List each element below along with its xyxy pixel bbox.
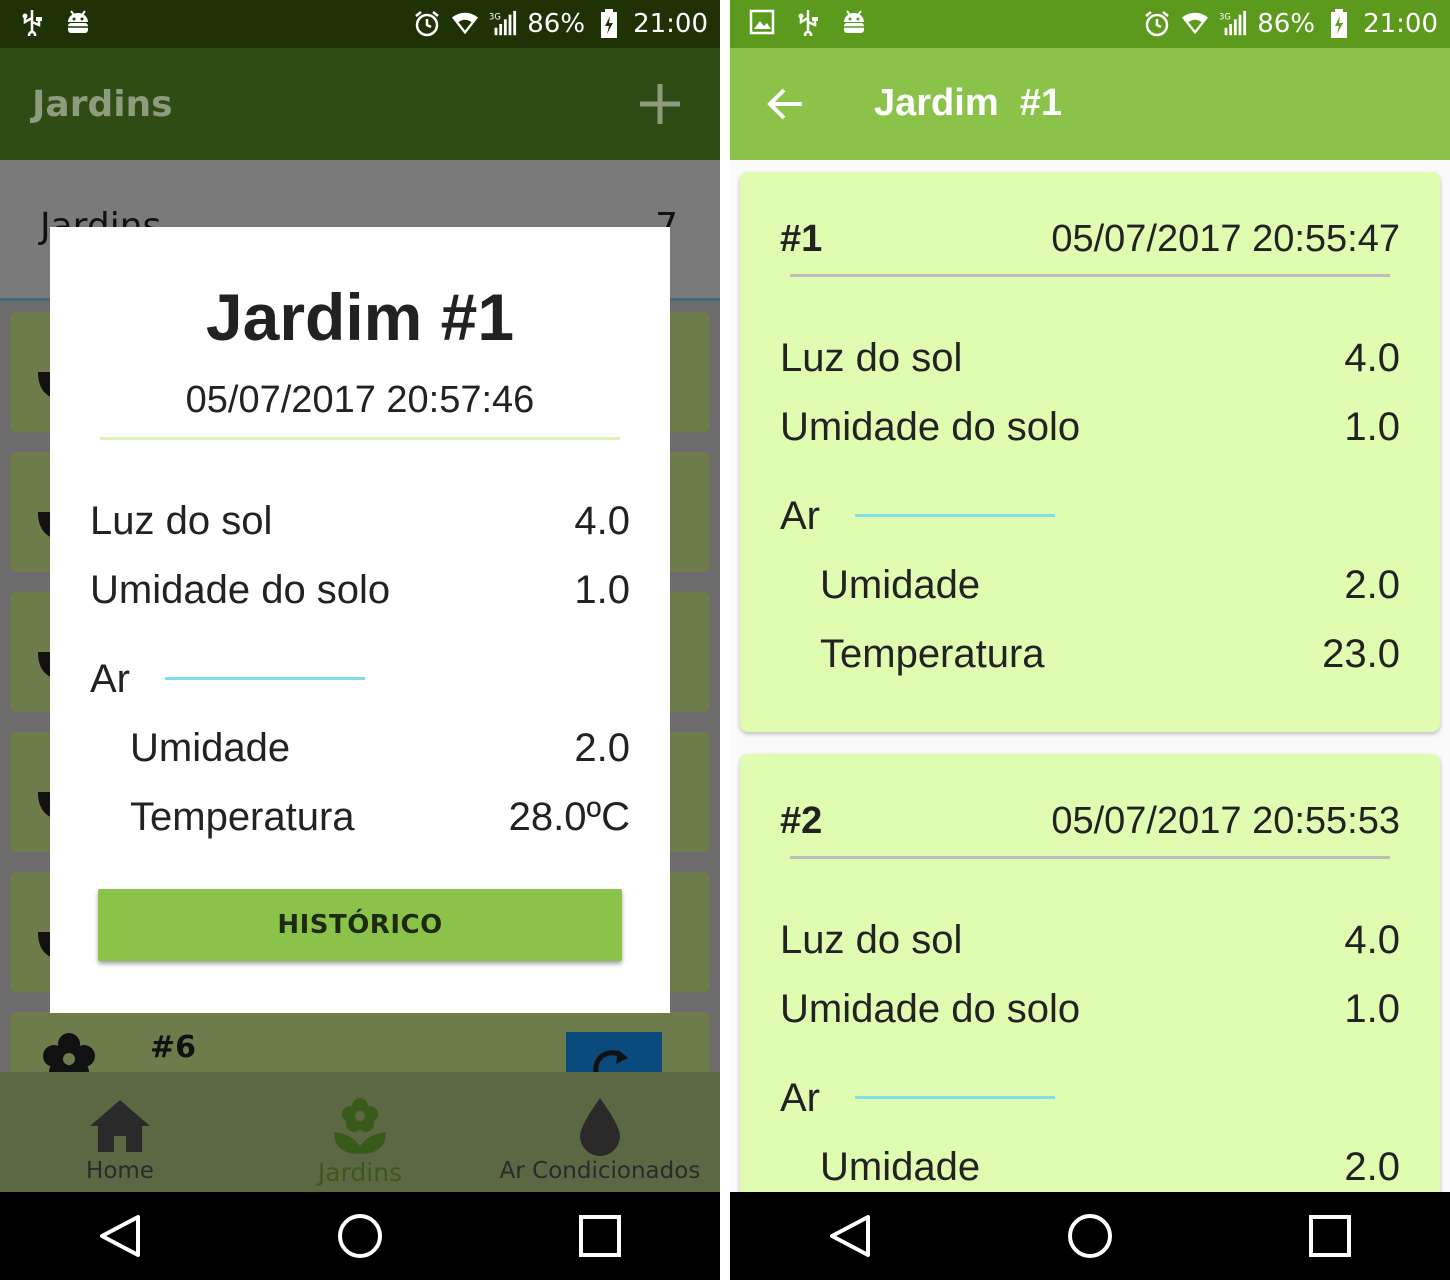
dialog-date: 05/07/2017 20:57:46 xyxy=(185,379,535,421)
soil-humidity-value: 1.0 xyxy=(574,568,630,612)
nav-label: Home xyxy=(86,1158,154,1184)
add-icon[interactable] xyxy=(638,82,682,126)
page-title: Jardim #1 xyxy=(874,82,1062,124)
air-humidity-label: Umidade xyxy=(130,726,291,770)
nav-label: Ar Condicionados xyxy=(499,1158,701,1184)
air-divider xyxy=(855,1096,1055,1099)
image-icon xyxy=(748,8,776,36)
alarm-icon xyxy=(1143,10,1171,38)
drop-icon xyxy=(568,1096,632,1156)
dialog-title: Jardim #1 xyxy=(205,280,515,354)
history-list[interactable]: #1 05/07/2017 20:55:47 Luz do sol 4.0 Um… xyxy=(730,160,1450,1192)
dialog-screen: 3G 86% 21:00 Jardins Jardins 7 xyxy=(0,0,720,1280)
status-bar: 3G 86% 21:00 xyxy=(0,0,720,48)
nav-home[interactable]: Home xyxy=(0,1072,240,1192)
home-nav-icon[interactable] xyxy=(1060,1206,1120,1266)
soil-humidity-label: Umidade do solo xyxy=(780,405,1081,449)
air-humidity-value: 2.0 xyxy=(1344,563,1400,607)
air-divider xyxy=(165,677,365,680)
nav-ar-condicionados[interactable]: Ar Condicionados xyxy=(480,1072,720,1192)
status-bar: 3G 86% 21:00 xyxy=(730,0,1450,48)
sunlight-value: 4.0 xyxy=(1344,336,1400,380)
garden-number: #6 xyxy=(150,1030,197,1065)
air-humidity-label: Umidade xyxy=(820,1145,981,1189)
soil-humidity-value: 1.0 xyxy=(1344,987,1400,1031)
back-nav-icon[interactable] xyxy=(90,1206,150,1266)
sunlight-value: 4.0 xyxy=(574,499,630,543)
nav-jardins[interactable]: Jardins xyxy=(240,1072,480,1192)
record-date: 05/07/2017 20:55:53 xyxy=(1051,800,1400,842)
divider xyxy=(790,856,1390,859)
sunlight-label: Luz do sol xyxy=(780,336,963,380)
soil-humidity-label: Umidade do solo xyxy=(90,568,391,612)
system-nav-bar xyxy=(730,1192,1450,1280)
record-date: 05/07/2017 20:55:47 xyxy=(1051,218,1400,260)
divider xyxy=(100,437,620,440)
battery-icon xyxy=(595,9,623,38)
temperature-label: Temperatura xyxy=(130,795,355,839)
sunlight-label: Luz do sol xyxy=(780,918,963,962)
air-section-label: Ar xyxy=(90,657,130,701)
svg-text:3G: 3G xyxy=(1219,11,1231,21)
battery-percent: 86% xyxy=(1257,9,1316,39)
android-debug-icon xyxy=(840,8,868,36)
sunlight-value: 4.0 xyxy=(1344,918,1400,962)
air-divider xyxy=(855,514,1055,517)
soil-humidity-label: Umidade do solo xyxy=(780,987,1081,1031)
home-icon xyxy=(88,1096,152,1156)
battery-icon xyxy=(1325,9,1353,38)
history-screen: 3G 86% 21:00 Jardim #1 #1 05/07/2017 20:… xyxy=(730,0,1450,1280)
soil-humidity-value: 1.0 xyxy=(1344,405,1400,449)
screen-gap xyxy=(720,0,730,1280)
android-debug-icon xyxy=(64,8,92,36)
air-section-label: Ar xyxy=(780,494,820,538)
temperature-value: 23.0 xyxy=(1322,632,1400,676)
history-card: #1 05/07/2017 20:55:47 Luz do sol 4.0 Um… xyxy=(740,172,1440,732)
app-title: Jardins xyxy=(32,84,173,125)
back-nav-icon[interactable] xyxy=(820,1206,880,1266)
wifi-icon xyxy=(451,10,479,38)
clock: 21:00 xyxy=(1363,9,1438,39)
signal-icon: 3G xyxy=(489,10,517,38)
sunlight-label: Luz do sol xyxy=(90,499,273,543)
divider xyxy=(790,274,1390,277)
back-arrow-icon[interactable] xyxy=(766,84,806,124)
air-humidity-value: 2.0 xyxy=(1344,1145,1400,1189)
app-bar: Jardim #1 xyxy=(730,48,1450,160)
temperature-label: Temperatura xyxy=(820,632,1045,676)
air-humidity-label: Umidade xyxy=(820,563,981,607)
bottom-navigation: Home Jardins Ar Condicionados xyxy=(0,1072,720,1192)
wifi-icon xyxy=(1181,10,1209,38)
usb-icon xyxy=(794,8,822,36)
nav-label: Jardins xyxy=(317,1158,403,1187)
flower-icon xyxy=(328,1096,392,1156)
system-nav-bar xyxy=(0,1192,720,1280)
recents-nav-icon[interactable] xyxy=(570,1206,630,1266)
battery-percent: 86% xyxy=(527,9,586,39)
garden-detail-dialog: Jardim #1 05/07/2017 20:57:46 Luz do sol… xyxy=(50,227,670,1013)
svg-text:3G: 3G xyxy=(489,11,501,21)
record-number: #2 xyxy=(780,800,823,842)
clock: 21:00 xyxy=(633,9,708,39)
history-button[interactable]: HISTÓRICO xyxy=(98,889,622,961)
air-humidity-value: 2.0 xyxy=(574,726,630,770)
usb-icon xyxy=(18,8,46,36)
signal-icon: 3G xyxy=(1219,10,1247,38)
home-nav-icon[interactable] xyxy=(330,1206,390,1266)
temperature-value: 28.0ºC xyxy=(508,795,630,839)
alarm-icon xyxy=(413,10,441,38)
app-bar: Jardins xyxy=(0,48,720,160)
record-number: #1 xyxy=(780,218,823,260)
air-section-label: Ar xyxy=(780,1076,820,1120)
history-card: #2 05/07/2017 20:55:53 Luz do sol 4.0 Um… xyxy=(740,754,1440,1192)
recents-nav-icon[interactable] xyxy=(1300,1206,1360,1266)
